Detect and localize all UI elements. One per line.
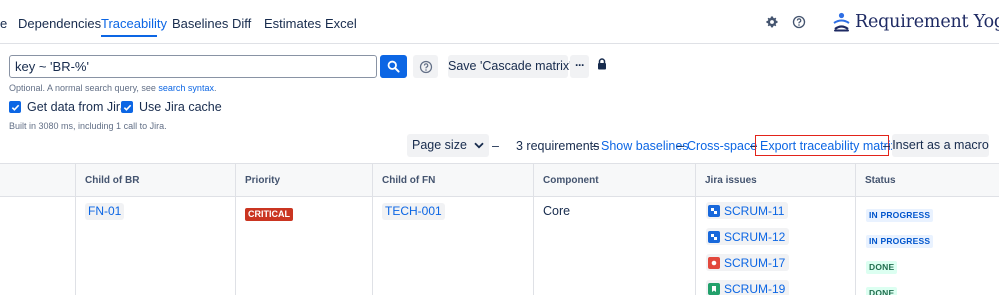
get-data-from-jira-checkbox[interactable]: Get data from Jira	[9, 100, 127, 114]
status-badge: IN PROGRESS	[866, 209, 934, 222]
child-of-br-link[interactable]: FN-01	[85, 203, 125, 220]
table-row: FN-01	[85, 203, 125, 220]
brand-name: Requirement Yogi	[855, 12, 999, 32]
page-size-select[interactable]: Page size	[407, 134, 489, 157]
status-badge: IN PROGRESS	[866, 235, 934, 248]
tab-diff[interactable]: Diff	[232, 16, 251, 31]
gear-icon[interactable]	[765, 15, 779, 29]
header-jira-issues[interactable]: Jira issues	[705, 175, 757, 186]
top-navigation: e Dependencies Traceability Baselines Di…	[0, 0, 999, 44]
status-badge: DONE	[866, 287, 898, 295]
jira-issue-key[interactable]: SCRUM-12	[724, 230, 785, 244]
task-icon	[708, 230, 720, 243]
tab-estimates[interactable]: Estimates	[264, 16, 321, 31]
use-jira-cache-checkbox[interactable]: Use Jira cache	[121, 100, 222, 114]
tab-dependencies[interactable]: Dependencies	[18, 16, 101, 31]
bug-icon	[708, 256, 720, 269]
show-baselines-link[interactable]: Show baselines	[601, 139, 689, 153]
child-of-fn-link[interactable]: TECH-001	[382, 203, 445, 220]
header-priority[interactable]: Priority	[245, 175, 280, 186]
header-child-of-br[interactable]: Child of BR	[85, 175, 139, 186]
task-icon	[708, 204, 720, 217]
jira-issue-chip[interactable]: SCRUM-19	[706, 280, 790, 295]
separator-dash: –	[592, 139, 599, 153]
column-divider	[372, 163, 373, 295]
tab-baselines[interactable]: Baselines	[172, 16, 228, 31]
active-tab-indicator	[101, 35, 157, 37]
lock-icon[interactable]	[597, 58, 607, 70]
get-data-from-jira-label: Get data from Jira	[27, 100, 128, 114]
yogi-logo-icon	[833, 12, 850, 32]
separator-dash: –	[492, 139, 499, 153]
column-divider	[533, 163, 534, 295]
checkbox-checked-icon[interactable]	[121, 101, 133, 113]
tab-excel[interactable]: Excel	[325, 16, 357, 31]
separator-dash: –	[677, 139, 684, 153]
save-search-button[interactable]: Save 'Cascade matrix'	[448, 55, 572, 78]
chevron-down-icon	[474, 142, 484, 149]
export-traceability-matrix-link[interactable]: Export traceability matrix	[760, 139, 897, 153]
component-value: Core	[543, 204, 571, 218]
insert-as-macro-button[interactable]: Insert as a macro	[892, 134, 989, 157]
column-divider	[855, 163, 856, 295]
jira-issue-key[interactable]: SCRUM-17	[724, 256, 785, 270]
status-cell: IN PROGRESS	[866, 232, 934, 248]
search-hint-text: Optional. A normal search query, see	[9, 83, 159, 93]
table-header	[0, 163, 999, 197]
requirements-count: 3 requirements	[516, 139, 600, 153]
jira-issue-chip[interactable]: SCRUM-12	[706, 228, 790, 245]
search-help-button[interactable]	[413, 55, 438, 78]
column-divider	[695, 163, 696, 295]
priority-badge: CRITICAL	[245, 208, 293, 221]
status-badge: DONE	[866, 261, 898, 274]
jira-issue-chip[interactable]: SCRUM-17	[706, 254, 790, 271]
jira-issue-chip[interactable]: SCRUM-11	[706, 202, 789, 219]
search-button[interactable]	[380, 55, 407, 78]
header-component[interactable]: Component	[543, 175, 599, 186]
search-syntax-link[interactable]: search syntax	[158, 83, 214, 93]
status-cell: DONE	[866, 258, 898, 274]
build-info: Built in 3080 ms, including 1 call to Ji…	[9, 121, 167, 131]
question-icon	[419, 60, 432, 73]
search-hint: Optional. A normal search query, see sea…	[9, 83, 216, 93]
child-of-fn-cell: TECH-001	[382, 203, 445, 220]
help-icon[interactable]	[792, 15, 806, 29]
column-divider	[235, 163, 236, 295]
brand-logo[interactable]: Requirement Yogi	[833, 11, 999, 33]
column-divider	[75, 163, 76, 295]
story-icon	[708, 282, 720, 295]
jira-issue-key[interactable]: SCRUM-11	[724, 204, 784, 218]
page-size-label: Page size	[412, 138, 467, 152]
cross-space-link[interactable]: Cross-space	[687, 139, 757, 153]
separator-dash: –	[883, 139, 890, 153]
jira-issue-key[interactable]: SCRUM-19	[724, 282, 785, 295]
status-cell: IN PROGRESS	[866, 206, 934, 222]
search-icon	[387, 60, 400, 73]
tab-partial[interactable]: e	[0, 16, 7, 31]
tab-traceability[interactable]: Traceability	[101, 16, 167, 31]
priority-cell: CRITICAL	[245, 205, 293, 221]
header-child-of-fn[interactable]: Child of FN	[382, 175, 435, 186]
header-status[interactable]: Status	[865, 175, 896, 186]
search-hint-suffix: .	[213, 83, 217, 93]
search-input[interactable]	[9, 55, 377, 78]
checkbox-checked-icon[interactable]	[9, 101, 21, 113]
status-cell: DONE	[866, 284, 898, 295]
use-jira-cache-label: Use Jira cache	[139, 100, 222, 114]
more-actions-button[interactable]: ···	[570, 55, 589, 78]
